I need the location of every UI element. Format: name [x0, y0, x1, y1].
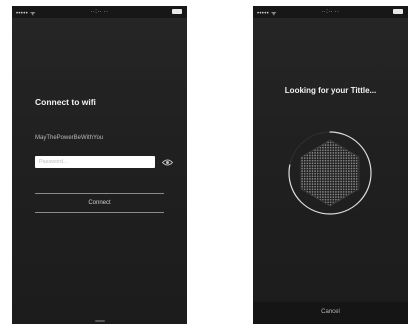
network-name: MayThePowerBeWithYou [35, 135, 104, 141]
status-bar: ••••• ᯤ ··:·· ·· [253, 6, 408, 18]
connect-wifi-screen: ••••• ᯤ ··:·· ·· Connect to wifi MayTheP… [12, 6, 187, 324]
search-title: Looking for your Tittle... [284, 86, 377, 95]
cancel-button[interactable]: Cancel [253, 309, 408, 315]
eye-icon[interactable] [162, 159, 173, 166]
hexagon-device-icon [300, 139, 360, 207]
status-time: ··:·· ·· [90, 9, 109, 15]
home-indicator [95, 320, 105, 322]
status-time: ··:·· ·· [321, 9, 340, 15]
connect-divider-bottom [35, 212, 164, 213]
status-bar: ••••• ᯤ ··:·· ·· [12, 6, 187, 18]
search-device-screen: ••••• ᯤ ··:·· ·· Looking for your Tittle… [253, 6, 408, 324]
battery-icon [393, 9, 403, 14]
page-title: Connect to wifi [35, 97, 96, 107]
battery-icon [172, 9, 182, 14]
connect-button[interactable]: Connect [35, 196, 164, 210]
screenshot: ••••• ᯤ ··:·· ·· Connect to wifi MayTheP… [0, 0, 419, 327]
bottom-bar: Cancel [253, 302, 408, 324]
search-progress-ring [288, 131, 372, 215]
connect-divider-top [35, 193, 164, 194]
password-input[interactable] [35, 156, 155, 168]
